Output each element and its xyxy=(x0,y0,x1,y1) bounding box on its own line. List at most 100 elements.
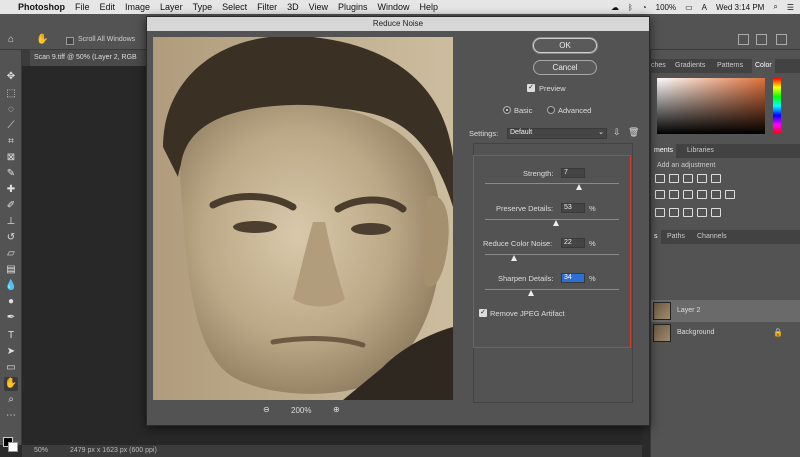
menu-type[interactable]: Type xyxy=(193,2,213,12)
menu-filter[interactable]: Filter xyxy=(257,2,277,12)
tab-adjustments[interactable]: ments xyxy=(651,144,677,158)
preserve-details-slider-thumb[interactable] xyxy=(553,220,560,226)
clock[interactable]: Wed 3:14 PM xyxy=(716,3,764,12)
channel-mixer-icon[interactable] xyxy=(711,190,721,199)
tab-layers[interactable]: s xyxy=(651,230,661,244)
cancel-button[interactable]: Cancel xyxy=(533,60,597,75)
black-white-icon[interactable] xyxy=(683,190,693,199)
brightness-contrast-icon[interactable] xyxy=(655,174,665,183)
zoom-level[interactable]: 50% xyxy=(34,447,48,454)
photo-filter-icon[interactable] xyxy=(697,190,707,199)
threshold-icon[interactable] xyxy=(683,208,693,217)
control-center-icon[interactable]: ☰ xyxy=(787,3,794,12)
preserve-details-slider[interactable] xyxy=(485,219,619,220)
path-select-tool-icon[interactable]: ➤ xyxy=(4,345,18,359)
sharpen-details-slider[interactable] xyxy=(485,289,619,290)
gradient-tool-icon[interactable]: ▤ xyxy=(4,263,18,277)
frame-tool-icon[interactable]: ⊠ xyxy=(4,151,18,165)
wifi-icon[interactable]: ◔ xyxy=(642,3,647,12)
menu-window[interactable]: Window xyxy=(378,2,410,12)
rectangle-tool-icon[interactable]: ▭ xyxy=(4,361,18,375)
tab-color[interactable]: Color xyxy=(752,59,775,73)
sharpen-details-slider-thumb[interactable] xyxy=(527,290,534,296)
strength-input[interactable]: 7 xyxy=(561,168,585,178)
menu-3d[interactable]: 3D xyxy=(287,2,299,12)
curves-icon[interactable] xyxy=(683,174,693,183)
lasso-tool-icon[interactable]: ◌ xyxy=(4,103,18,117)
move-tool-icon[interactable]: ✥ xyxy=(4,70,18,84)
invert-icon[interactable] xyxy=(655,208,665,217)
battery-percent[interactable]: 100% xyxy=(656,3,676,12)
brush-tool-icon[interactable]: ✐ xyxy=(4,199,18,213)
background-color-swatch[interactable] xyxy=(8,442,18,452)
workspace-icon[interactable] xyxy=(756,34,767,45)
tab-swatches[interactable]: ches xyxy=(651,62,666,69)
menu-layer[interactable]: Layer xyxy=(160,2,183,12)
layer-row-background[interactable]: Background 🔒 xyxy=(651,322,800,344)
color-lookup-icon[interactable] xyxy=(725,190,735,199)
reduce-color-noise-slider-thumb[interactable] xyxy=(511,255,518,261)
more-tools-icon[interactable]: ⋯ xyxy=(4,409,18,423)
settings-select[interactable]: Default ⌄ xyxy=(507,128,607,139)
ok-button[interactable]: OK xyxy=(533,38,597,53)
hand-tool-icon[interactable]: ✋ xyxy=(36,34,48,45)
tab-channels[interactable]: Channels xyxy=(697,233,727,240)
tab-patterns[interactable]: Patterns xyxy=(717,62,743,69)
marquee-tool-icon[interactable]: ⬚ xyxy=(4,87,18,101)
zoom-out-icon[interactable]: ⊖ xyxy=(263,405,270,414)
share-icon[interactable] xyxy=(776,34,787,45)
search-icon[interactable]: ⌕ xyxy=(773,2,777,12)
menu-select[interactable]: Select xyxy=(222,2,247,12)
healing-brush-tool-icon[interactable]: ✚ xyxy=(4,183,18,197)
hue-saturation-icon[interactable] xyxy=(655,190,665,199)
sharpen-details-input[interactable]: 34 xyxy=(561,273,585,283)
menu-plugins[interactable]: Plugins xyxy=(338,2,368,12)
filter-preview[interactable] xyxy=(153,37,453,400)
keyboard-input-icon[interactable]: A xyxy=(702,3,707,12)
reduce-color-noise-slider[interactable] xyxy=(485,254,619,255)
gradient-map-icon[interactable] xyxy=(697,208,707,217)
save-settings-icon[interactable]: ⇩ xyxy=(613,127,621,138)
type-tool-icon[interactable]: T xyxy=(4,329,18,343)
preserve-details-input[interactable]: 53 xyxy=(561,203,585,213)
color-picker-field[interactable] xyxy=(657,78,765,134)
tab-gradients[interactable]: Gradients xyxy=(675,62,705,69)
dodge-tool-icon[interactable]: ● xyxy=(4,295,18,309)
menu-file[interactable]: File xyxy=(75,2,90,12)
preview-checkbox[interactable]: ✓ xyxy=(527,84,535,92)
pen-tool-icon[interactable]: ✒ xyxy=(4,311,18,325)
search-panel-icon[interactable] xyxy=(738,34,749,45)
quick-select-tool-icon[interactable]: ⟋ xyxy=(4,119,18,133)
home-icon[interactable]: ⌂ xyxy=(8,34,20,45)
tab-libraries[interactable]: Libraries xyxy=(687,147,714,154)
tab-paths[interactable]: Paths xyxy=(667,233,685,240)
delete-settings-icon[interactable]: 🗑 xyxy=(628,127,639,138)
posterize-icon[interactable] xyxy=(669,208,679,217)
clone-stamp-tool-icon[interactable]: ⊥ xyxy=(4,215,18,229)
zoom-tool-icon[interactable]: ⌕ xyxy=(4,393,18,407)
exposure-icon[interactable] xyxy=(697,174,707,183)
menu-edit[interactable]: Edit xyxy=(100,2,116,12)
battery-icon[interactable]: ▭ xyxy=(685,3,693,12)
color-balance-icon[interactable] xyxy=(669,190,679,199)
levels-icon[interactable] xyxy=(669,174,679,183)
strength-slider-thumb[interactable] xyxy=(575,184,582,190)
hue-slider[interactable] xyxy=(773,78,781,134)
menu-view[interactable]: View xyxy=(309,2,328,12)
advanced-radio[interactable] xyxy=(547,106,555,114)
blur-tool-icon[interactable]: 💧 xyxy=(4,279,18,293)
remove-jpeg-artifact-checkbox[interactable]: ✓ xyxy=(479,309,487,317)
strength-slider[interactable] xyxy=(485,183,619,184)
scroll-all-windows-checkbox[interactable] xyxy=(66,37,74,45)
eyedropper-tool-icon[interactable]: ✎ xyxy=(4,167,18,181)
crop-tool-icon[interactable]: ⌗ xyxy=(4,135,18,149)
creative-cloud-icon[interactable]: ☁ xyxy=(611,3,619,12)
vibrance-icon[interactable] xyxy=(711,174,721,183)
zoom-in-icon[interactable]: ⊕ xyxy=(333,405,340,414)
bluetooth-icon[interactable]: ᛒ xyxy=(628,3,633,12)
menu-image[interactable]: Image xyxy=(125,2,150,12)
layer-row-layer-2[interactable]: Layer 2 xyxy=(651,300,800,322)
reduce-color-noise-input[interactable]: 22 xyxy=(561,238,585,248)
eraser-tool-icon[interactable]: ▱ xyxy=(4,247,18,261)
basic-radio[interactable] xyxy=(503,106,511,114)
